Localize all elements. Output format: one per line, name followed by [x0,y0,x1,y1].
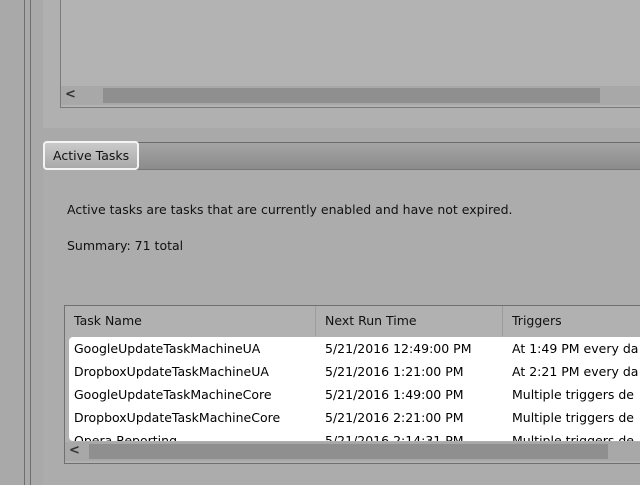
triggers: At 2:21 PM every da [512,364,639,379]
column-header-task-name[interactable]: Task Name [65,306,316,336]
task-name: GoogleUpdateTaskMachineUA [74,341,261,356]
task-name: Opera Reporting [74,433,178,441]
active-tasks-tab[interactable]: Active Tasks [43,141,139,170]
table-row[interactable]: GoogleUpdateTaskMachineUA 5/21/2016 12:49… [69,337,640,360]
scroll-left-icon[interactable]: < [69,443,85,458]
horizontal-scrollbar[interactable]: < [61,86,640,105]
divider [30,0,31,485]
section-header-bar [136,142,640,170]
triggers: Multiple triggers de [512,410,634,425]
divider [24,0,25,485]
task-name: DropboxUpdateTaskMachineCore [74,410,281,425]
table-row[interactable]: Opera Reporting 5/21/2016 2:14:31 PM Multi… [69,429,640,441]
task-list: GoogleUpdateTaskMachineUA 5/21/2016 12:49… [69,337,640,441]
column-header-triggers[interactable]: Triggers [503,306,640,336]
scroll-left-icon[interactable]: < [65,87,81,102]
triggers: At 1:49 PM every da [512,341,639,356]
table-row[interactable]: GoogleUpdateTaskMachineCore 5/21/2016 1:4… [69,383,640,406]
summary-text: Summary: 71 total [67,238,184,253]
description-text: Active tasks are tasks that are currentl… [67,202,513,217]
next-run-time: 5/21/2016 2:14:31 PM [325,433,464,441]
table-row[interactable]: DropboxUpdateTaskMachineCore 5/21/2016 2:… [69,406,640,429]
active-tasks-table: Task Name Next Run Time Triggers GoogleU… [64,305,640,464]
top-list: < [60,0,640,108]
next-run-time: 5/21/2016 1:21:00 PM [325,364,464,379]
next-run-time: 5/21/2016 2:21:00 PM [325,410,464,425]
triggers: Multiple triggers de [512,433,634,441]
triggers: Multiple triggers de [512,387,634,402]
task-name: DropboxUpdateTaskMachineUA [74,364,269,379]
column-header-next-run-time[interactable]: Next Run Time [316,306,503,336]
scroll-thumb[interactable] [89,444,608,459]
next-run-time: 5/21/2016 12:49:00 PM [325,341,472,356]
table-row[interactable]: DropboxUpdateTaskMachineUA 5/21/2016 1:21… [69,360,640,383]
scroll-thumb[interactable] [103,88,600,103]
horizontal-scrollbar[interactable]: < [65,442,640,461]
task-name: GoogleUpdateTaskMachineCore [74,387,272,402]
next-run-time: 5/21/2016 1:49:00 PM [325,387,464,402]
